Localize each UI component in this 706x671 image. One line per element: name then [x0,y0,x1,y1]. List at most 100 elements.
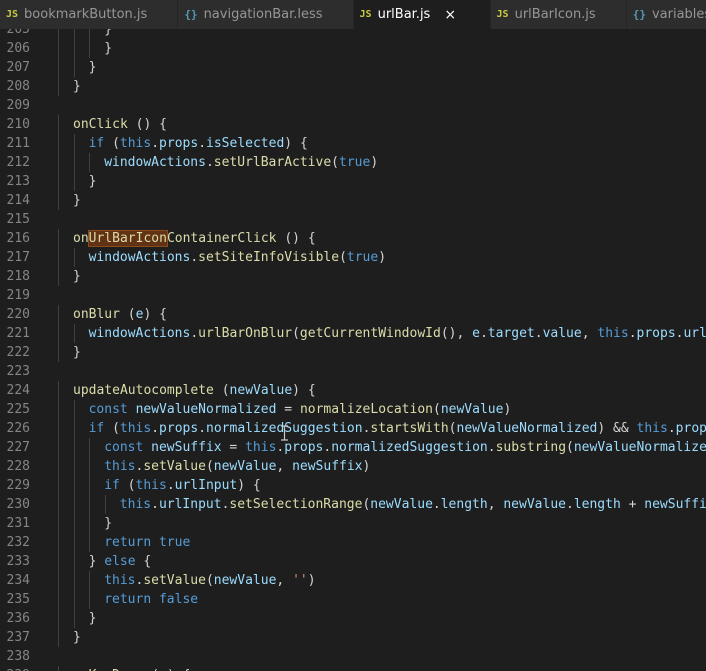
line-number: 211 [6,136,30,151]
code-line: 223 [0,362,706,381]
indent-guide [58,172,59,191]
code-token: newValueNormalized [456,421,598,436]
code-token: ( [292,326,300,341]
line-number: 234 [6,573,30,588]
code-line: 219 [0,286,706,305]
indent-guide [58,343,59,362]
code-text: onClick () { [73,115,167,134]
line-number: 214 [6,193,30,208]
code-text: const newValueNormalized = normalizeLoca… [89,400,512,419]
indent-guide [58,229,59,248]
line-number: 206 [6,41,30,56]
indent-guide [58,324,59,343]
code-token: this [104,459,136,474]
code-token: ) { [284,136,308,151]
indent-guide [73,495,75,514]
js-file-icon: JS [496,9,509,20]
tab-urlBarIcon-js[interactable]: JS urlBarIcon.js [490,0,627,29]
code-token: false [158,592,199,607]
line-number: 218 [6,269,30,284]
code-token: substring [495,440,567,455]
indent-guide [58,438,59,457]
code-token: return [104,535,152,550]
line-number: 227 [6,440,30,455]
code-token: ) [370,155,379,170]
code-line: 216 onUrlBarIconContainerClick () { [0,229,706,248]
indent-guide [58,58,59,77]
code-token: ( [448,421,457,436]
code-token: ( [339,250,347,265]
code-editor[interactable]: 205} 206} 207} 208} 209 210 onClick () {211 if … [0,29,706,671]
code-token: ContainerClick [166,231,277,246]
code-token: . [479,326,488,341]
line-number: 232 [6,535,30,550]
indent-guide [58,514,59,533]
code-text: } [89,609,97,628]
code-text: onUrlBarIconContainerClick () { [73,229,316,248]
code-token: . [198,136,207,151]
line-number: 239 [0,666,30,671]
code-token: props [159,136,199,151]
code-token: ) { [143,307,167,322]
code-token: () { [276,231,316,246]
code-token: . [534,326,543,341]
code-token: newValue [503,497,566,512]
code-token: e [472,326,480,341]
tab-label: urlBarIcon.js [514,7,596,22]
indent-guide [73,609,75,628]
code-token: true [346,250,379,265]
line-number: 222 [6,345,30,360]
indent-guide [89,457,91,476]
code-token: this [119,421,152,436]
code-token: if [88,136,105,151]
code-text: this.urlInput.setSelectionRange(newValue… [120,495,706,514]
line-number: 233 [6,554,30,569]
tab-navigationBar-less[interactable]: {} navigationBar.less [178,0,354,29]
close-tab-icon[interactable]: × [444,7,456,23]
indent-guide [89,495,91,514]
line-number: 205 [6,29,30,37]
indent-guide [58,305,59,324]
code-token: newValue [370,497,433,512]
tab-variables-less[interactable]: {} variables.less [626,0,706,29]
code-token: } [88,60,97,75]
code-token: ( [104,136,120,151]
line-number: 236 [6,611,30,626]
code-token: } [73,269,81,284]
code-text: return true [104,533,190,552]
indent-guide [89,476,91,495]
code-text: } [104,514,112,533]
code-token: startsWith [370,421,449,436]
indent-guide [58,267,59,286]
code-token: newSuffix [292,459,363,474]
tab-label: urlBar.js [377,7,431,22]
code-token: setValue [143,573,206,588]
code-text: } [89,58,97,77]
indent-guide [58,153,59,172]
indent-guide [73,514,75,533]
code-token: = [276,402,300,417]
code-token: urlInput [174,478,238,493]
tab-bookmarkButton-js[interactable]: JS bookmarkButton.js [0,0,179,29]
line-number: 231 [6,516,30,531]
code-token: newSuffix [151,440,222,455]
code-line: 214} [0,191,706,210]
indent-guide [58,495,59,514]
line-number: 237 [6,630,30,645]
code-text: if (this.urlInput) { [104,476,261,495]
code-token: ( [119,478,136,493]
code-token: , [276,573,293,588]
code-token: . [190,250,199,265]
code-token: isSelected [206,136,285,151]
code-token: ( [119,307,136,322]
code-token: newValue [229,383,293,398]
code-text: const newSuffix = this.props.normalizedS… [104,438,706,457]
code-line: 221 windowActions.urlBarOnBlur(getCurrent… [0,324,706,343]
indent-guide [58,666,59,671]
line-number: 223 [6,364,30,379]
tab-label: variables.less [651,7,706,22]
tab-urlBar-js[interactable]: JS urlBar.js × [353,0,491,29]
code-line: 229 if (this.urlInput) { [0,476,706,495]
